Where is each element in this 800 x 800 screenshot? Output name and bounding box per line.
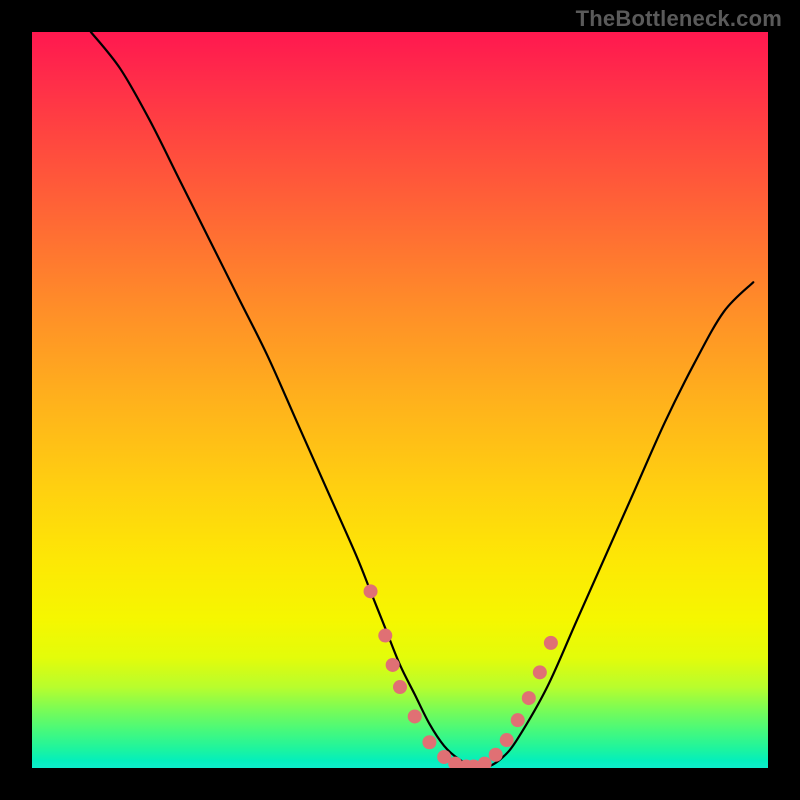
highlight-markers: [364, 584, 558, 768]
highlight-marker: [478, 757, 492, 768]
chart-frame: TheBottleneck.com: [0, 0, 800, 800]
highlight-marker: [393, 680, 407, 694]
highlight-marker: [511, 713, 525, 727]
highlight-marker: [408, 709, 422, 723]
highlight-marker: [500, 733, 514, 747]
watermark-text: TheBottleneck.com: [576, 6, 782, 32]
bottleneck-curve: [91, 32, 753, 768]
highlight-marker: [533, 665, 547, 679]
highlight-marker: [489, 748, 503, 762]
highlight-marker: [378, 629, 392, 643]
highlight-marker: [544, 636, 558, 650]
highlight-marker: [422, 735, 436, 749]
highlight-marker: [364, 584, 378, 598]
highlight-marker: [522, 691, 536, 705]
chart-overlay: [32, 32, 768, 768]
highlight-marker: [386, 658, 400, 672]
plot-area: [32, 32, 768, 768]
